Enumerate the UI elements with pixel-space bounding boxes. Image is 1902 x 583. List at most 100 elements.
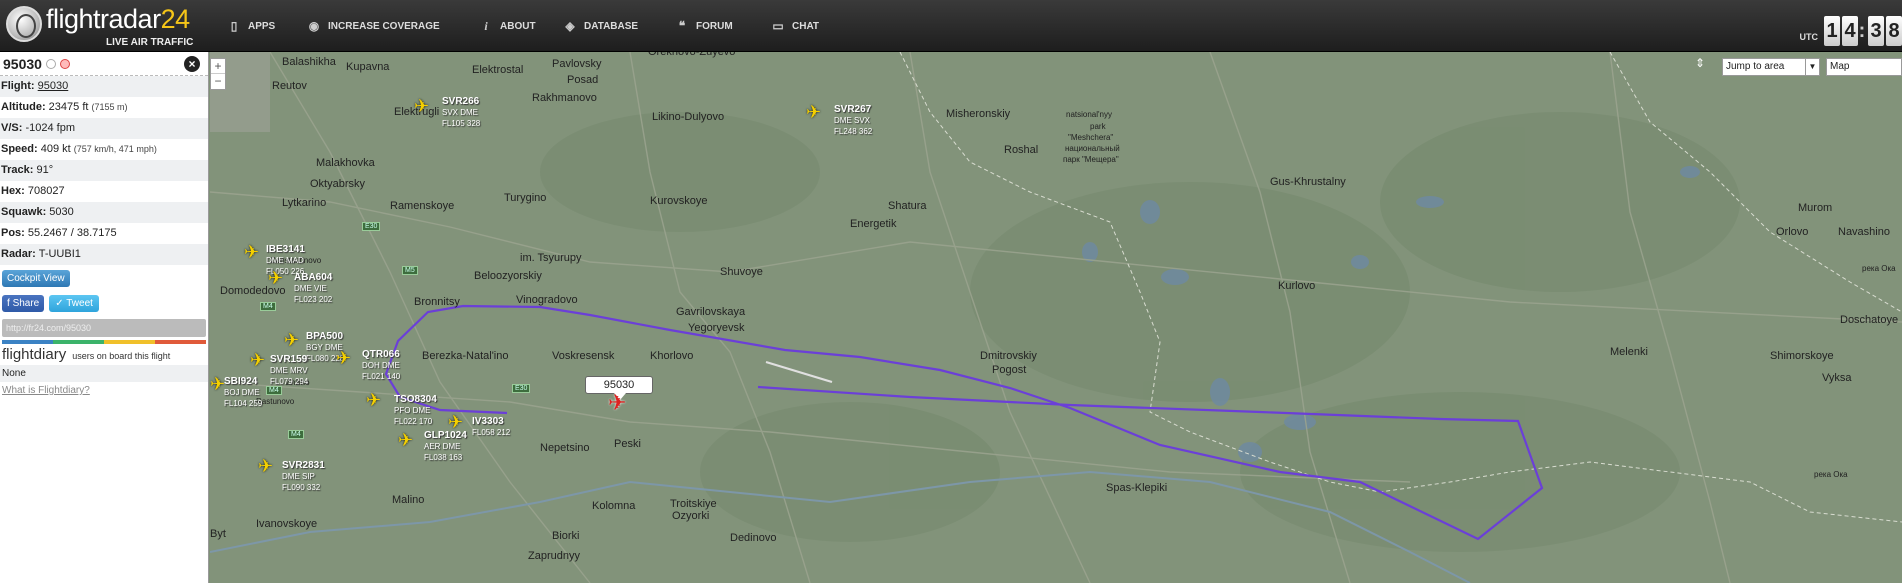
airplane-icon[interactable]: ✈	[258, 456, 273, 477]
jump-to-area-select[interactable]: Jump to area ▼	[1722, 58, 1820, 76]
city-label: Navashino	[1838, 226, 1890, 238]
database-icon: ◈	[565, 19, 575, 33]
utc-clock: UTC 1 4 : 3 8	[1800, 8, 1902, 46]
aircraft-callsign: ABA604	[294, 272, 333, 283]
aircraft-callsign: SVR266	[442, 96, 480, 107]
quote-icon: ❝	[678, 19, 686, 33]
close-icon[interactable]: ×	[184, 56, 200, 72]
collapse-arrows-icon[interactable]: ⇕	[1695, 56, 1705, 70]
city-label: Peski	[614, 438, 641, 450]
city-label: im. Tsyurupy	[520, 252, 582, 264]
nav-about[interactable]: i ABOUT	[478, 0, 535, 52]
aircraft-callsign: SVR159	[270, 354, 308, 365]
airplane-icon[interactable]: ✈	[336, 348, 351, 369]
flightdiary-color-bar	[2, 340, 206, 344]
facebook-share-button[interactable]: f Share	[2, 295, 45, 312]
aircraft-label[interactable]: IV3303 FL058 212	[472, 416, 510, 438]
vertical-speed-row: V/S: -1024 fpm	[0, 118, 208, 139]
map-type-select[interactable]: Map	[1826, 58, 1902, 76]
aircraft-label[interactable]: SBI924 BOJ DME FL104 259	[224, 376, 262, 409]
city-label: Malakhovka	[316, 157, 375, 169]
aircraft-label[interactable]: SVR2831 DME SIP FL090 332	[282, 460, 325, 493]
zoom-in-button[interactable]: +	[211, 59, 225, 74]
city-label: Troitskiye	[670, 498, 717, 510]
aircraft-label[interactable]: ABA604 DME VIE FL023 202	[294, 272, 332, 305]
road-shield: M4	[266, 386, 282, 395]
aircraft-route: PFO DME	[394, 406, 431, 415]
nav-database[interactable]: ◈ DATABASE	[562, 0, 638, 52]
track-row: Track: 91°	[0, 160, 208, 181]
flightradar24-logo[interactable]: flightradar24 LIVE AIR TRAFFIC	[6, 4, 196, 48]
globe-icon	[6, 6, 42, 42]
aircraft-label[interactable]: GLP1024 AER DME FL038 163	[424, 430, 467, 463]
aircraft-flight-level: FL058 212	[472, 428, 511, 437]
aircraft-label[interactable]: QTR066 DOH DME FL021 140	[362, 349, 400, 382]
city-label: Orekhovo-Zuyevo	[648, 52, 736, 58]
airplane-icon[interactable]: ✈	[210, 374, 225, 395]
city-label: Kurlovo	[1278, 280, 1316, 292]
city-label: Kurovskoye	[650, 195, 708, 207]
nav-forum[interactable]: ❝ FORUM	[674, 0, 733, 52]
airplane-icon[interactable]: ✈	[250, 350, 265, 371]
city-label: Yegoryevsk	[688, 322, 745, 334]
eye-icon: ◉	[308, 19, 320, 33]
aircraft-route: DME MAD	[266, 256, 304, 265]
clock-hour-ones: 4	[1842, 16, 1858, 46]
city-label: Ivanovskoye	[256, 518, 318, 530]
airplane-icon[interactable]: ✈	[414, 96, 429, 117]
cockpit-view-button[interactable]: Cockpit View	[2, 270, 70, 287]
nav-increase-coverage[interactable]: ◉ INCREASE COVERAGE	[306, 0, 440, 52]
what-is-flightdiary-link[interactable]: What is Flightdiary?	[0, 385, 208, 396]
aircraft-callsign: TSO8304	[394, 394, 437, 405]
airplane-icon[interactable]: ✈	[244, 242, 259, 263]
aircraft-label[interactable]: SVR159 DME MRV FL079 294	[270, 354, 308, 387]
airplane-icon[interactable]: ✈	[366, 390, 381, 411]
chevron-down-icon: ▼	[1805, 59, 1819, 75]
aircraft-flight-level: FL038 163	[424, 453, 463, 462]
airplane-icon[interactable]: ✈	[268, 268, 283, 289]
position-row: Pos: 55.2467 / 38.7175	[0, 223, 208, 244]
city-label: Kolomna	[592, 500, 636, 512]
flight-row: Flight: 95030	[0, 76, 208, 97]
hex-row: Hex: 708027	[0, 181, 208, 202]
city-label: Posad	[567, 74, 599, 86]
tweet-button[interactable]: ✓ Tweet	[49, 295, 99, 312]
city-label: Ozyorki	[672, 510, 710, 522]
logo-subtitle: LIVE AIR TRAFFIC	[106, 37, 194, 48]
zoom-out-button[interactable]: −	[211, 74, 225, 89]
map-canvas[interactable]: + − ⇕ Jump to area ▼ Map Balashikha Reuto…	[210, 52, 1902, 583]
aircraft-flight-level: FL079 294	[270, 377, 309, 386]
record-dot-icon[interactable]	[59, 58, 70, 69]
city-label: Likino-Dulyovo	[652, 111, 725, 123]
map-type-label: Map	[1830, 61, 1850, 72]
selected-airplane-icon[interactable]: ✈	[608, 390, 626, 416]
nav-chat-label: CHAT	[792, 20, 820, 32]
airplane-icon[interactable]: ✈	[398, 430, 413, 451]
city-label: Gavrilovskaya	[676, 306, 746, 318]
aircraft-flight-level: FL105 328	[442, 119, 481, 128]
share-url-field[interactable]: http://fr24.com/95030	[2, 319, 206, 337]
city-label: Turygino	[504, 192, 547, 204]
flight-link[interactable]: 95030	[38, 80, 69, 92]
map-small-label: парк "Мещера"	[1063, 155, 1119, 164]
aircraft-route: DOH DME	[362, 361, 400, 370]
city-label: Biorki	[552, 530, 580, 542]
flightdiary-logo: flightdiary	[2, 346, 67, 363]
aircraft-label[interactable]: TSO8304 PFO DME FL022 170	[394, 394, 437, 427]
city-label: Shatura	[888, 200, 927, 212]
map-small-label: река Ока	[1862, 264, 1896, 273]
airplane-icon[interactable]: ✈	[806, 102, 821, 123]
nav-database-label: DATABASE	[584, 20, 639, 32]
info-icon: i	[484, 18, 488, 33]
aircraft-label[interactable]: SVR266 SVX DME FL105 328	[442, 96, 480, 129]
facebook-icon: f	[7, 298, 10, 309]
aircraft-flight-level: FL090 332	[282, 483, 321, 492]
aircraft-callsign: SVR267	[834, 104, 872, 115]
airplane-icon[interactable]: ✈	[284, 330, 299, 351]
logo-text: flightradar24	[46, 4, 190, 34]
nav-apps[interactable]: ▯ APPS	[226, 0, 276, 52]
aircraft-label[interactable]: SVR267 DME SVX FL248 362	[834, 104, 872, 137]
map-small-label: park	[1090, 122, 1106, 131]
info-dot-icon[interactable]	[45, 58, 56, 69]
nav-chat[interactable]: ▭ CHAT	[770, 0, 819, 52]
